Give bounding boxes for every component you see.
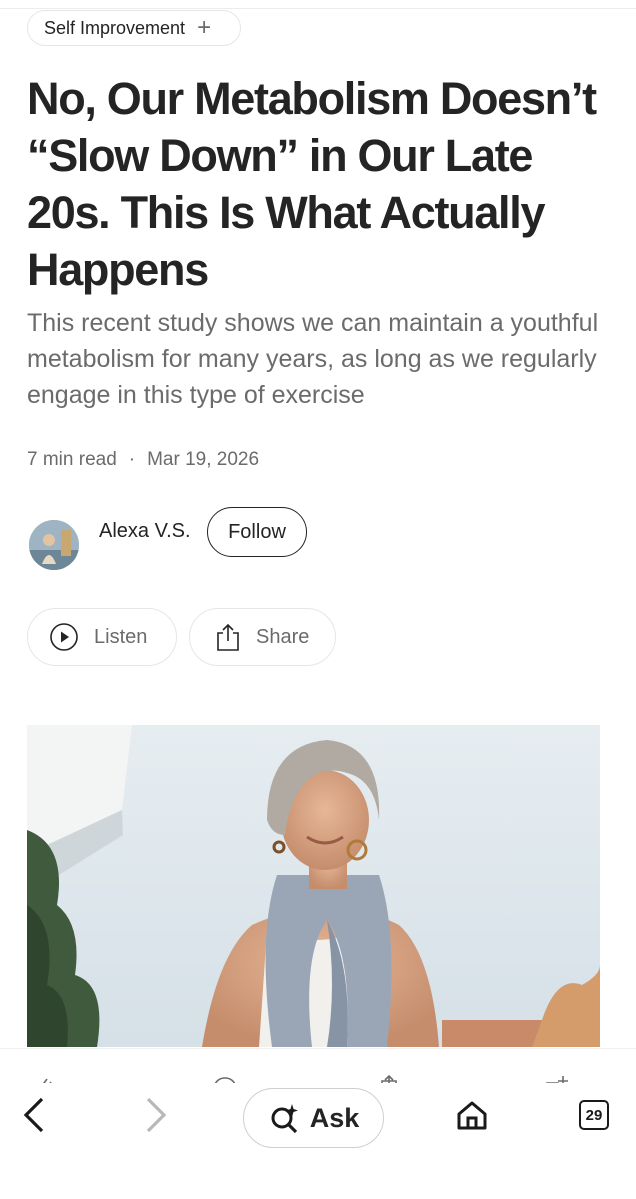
ask-button[interactable]: Ask (243, 1088, 384, 1148)
tab-count: 29 (585, 1106, 603, 1124)
share-icon (215, 622, 241, 652)
tabs-count-button[interactable]: 29 (579, 1100, 609, 1130)
author-name[interactable]: Alexa V.S. (99, 520, 191, 543)
forward-arrow-icon[interactable] (140, 1093, 172, 1142)
bottom-navigation: Ask 29 (0, 1083, 636, 1199)
listen-label: Listen (94, 625, 148, 648)
ask-sparkle-icon (268, 1101, 302, 1135)
back-arrow-icon[interactable] (18, 1093, 50, 1142)
topic-tag[interactable]: Self Improvement + (27, 10, 241, 46)
follow-button[interactable]: Follow (207, 507, 307, 557)
share-label: Share (256, 625, 310, 648)
home-icon[interactable] (455, 1098, 489, 1137)
topic-tag-label: Self Improvement (44, 17, 186, 38)
read-time: 7 min read (27, 449, 117, 470)
author-avatar[interactable] (29, 520, 79, 570)
share-button[interactable]: Share (189, 608, 336, 666)
article-meta: 7 min read · Mar 19, 2026 (27, 449, 259, 471)
top-divider (0, 8, 636, 9)
publish-date: Mar 19, 2026 (147, 449, 260, 470)
play-icon (49, 622, 79, 652)
article-subtitle: This recent study shows we can maintain … (27, 309, 599, 409)
ask-label: Ask (309, 1102, 360, 1133)
plus-icon[interactable]: + (197, 16, 211, 40)
article-title: No, Our Metabolism Doesn’t “Slow Down” i… (27, 73, 597, 295)
separator-dot: · (128, 449, 136, 470)
hero-image (27, 725, 600, 1047)
listen-button[interactable]: Listen (27, 608, 177, 666)
